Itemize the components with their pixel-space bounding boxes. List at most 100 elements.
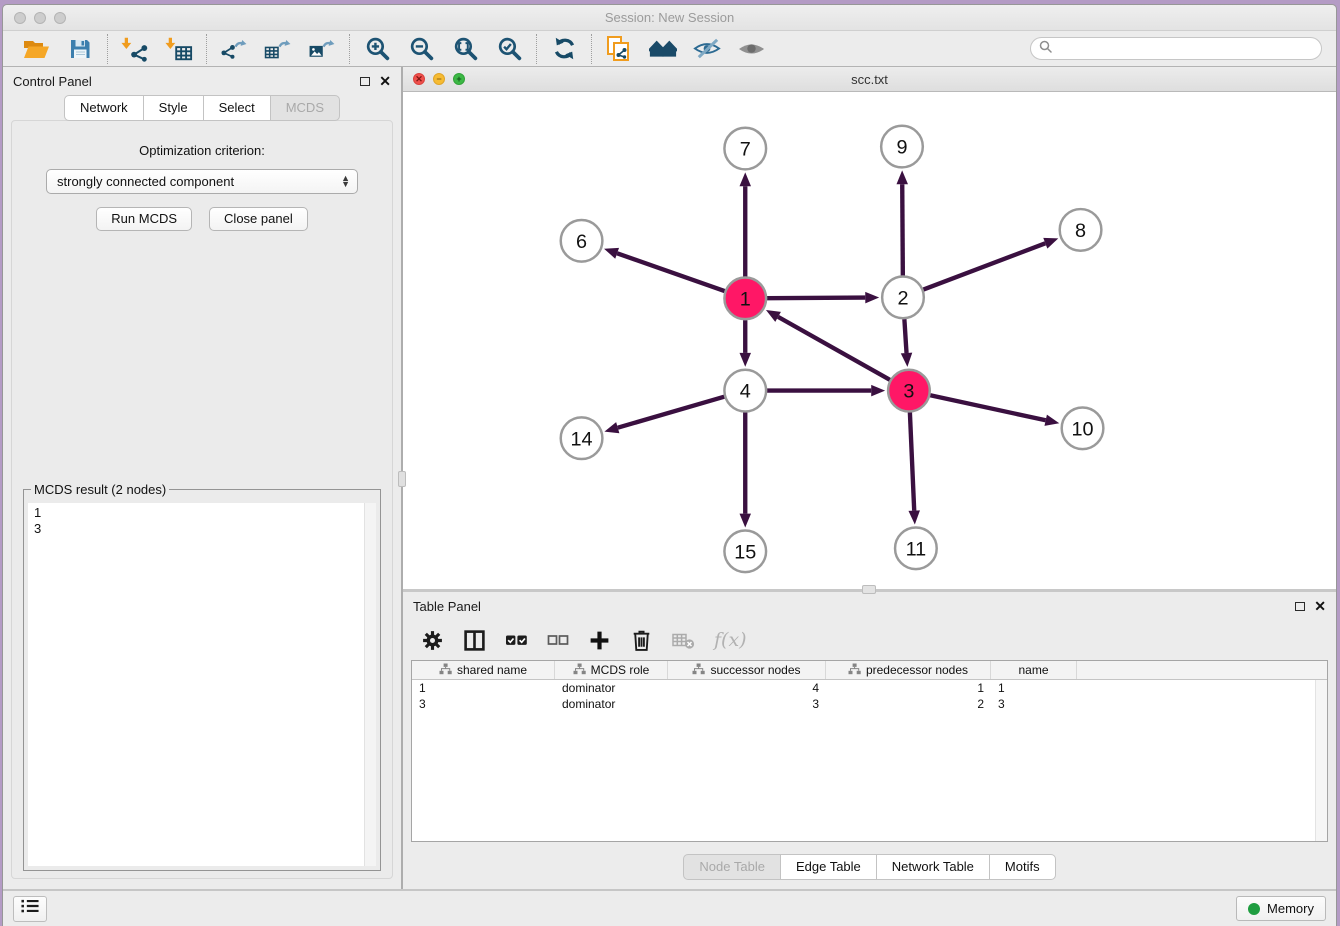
tab-motifs[interactable]: Motifs: [989, 854, 1056, 880]
graph-edge-1-2[interactable]: [767, 292, 879, 304]
sort-hierarchy-icon: [692, 663, 705, 678]
graph-node-2[interactable]: 2: [882, 277, 924, 319]
task-history-button[interactable]: [13, 896, 47, 922]
close-table-panel-icon[interactable]: ✕: [1314, 601, 1326, 611]
mcds-result-title: MCDS result (2 nodes): [31, 482, 169, 497]
graph-edge-3-10[interactable]: [930, 395, 1059, 426]
tab-network[interactable]: Network: [64, 95, 144, 121]
graph-node-4[interactable]: 4: [724, 370, 766, 412]
graph-node-11[interactable]: 11: [895, 527, 937, 569]
table-row[interactable]: 3dominator323: [412, 696, 1327, 712]
svg-text:7: 7: [740, 139, 751, 161]
mcds-result-box: MCDS result (2 nodes) 13: [23, 489, 381, 871]
graph-edge-3-11[interactable]: [908, 412, 919, 524]
tab-node-table[interactable]: Node Table: [683, 854, 781, 880]
add-column-icon[interactable]: [588, 629, 611, 652]
search-box[interactable]: [1030, 37, 1322, 60]
column-header-name[interactable]: name: [991, 661, 1077, 679]
table-cell: 1: [991, 681, 1077, 695]
mcds-result-line: 1: [34, 505, 370, 521]
tab-select[interactable]: Select: [203, 95, 271, 121]
network-close-button[interactable]: ✕: [413, 73, 425, 85]
table-row[interactable]: 1dominator411: [412, 680, 1327, 696]
import-table-icon[interactable]: [165, 35, 193, 63]
network-maximize-button[interactable]: +: [453, 73, 465, 85]
graph-edge-4-15[interactable]: [739, 412, 751, 527]
column-header-predecessor-nodes[interactable]: predecessor nodes: [826, 661, 991, 679]
graph-node-6[interactable]: 6: [561, 220, 603, 262]
graph-edge-1-7[interactable]: [739, 172, 751, 276]
tab-mcds[interactable]: MCDS: [270, 95, 340, 121]
export-table-icon[interactable]: [264, 35, 292, 63]
graph-node-7[interactable]: 7: [724, 128, 766, 170]
mcds-result-textarea[interactable]: 13: [28, 503, 376, 866]
run-mcds-button[interactable]: Run MCDS: [96, 207, 192, 231]
table-cell: 3: [668, 697, 826, 711]
column-header-mcds-role[interactable]: MCDS role: [555, 661, 668, 679]
table-scrollbar[interactable]: [1315, 680, 1327, 841]
column-header-shared-name[interactable]: shared name: [412, 661, 555, 679]
graph-edge-2-9[interactable]: [896, 170, 908, 275]
select-all-checkboxes-icon[interactable]: [505, 629, 528, 651]
export-image-icon[interactable]: [308, 35, 336, 63]
graph-node-3[interactable]: 3: [888, 370, 930, 412]
criterion-dropdown[interactable]: strongly connected component ▲▼: [46, 169, 358, 194]
table-toolbar: f(x): [403, 620, 1336, 660]
close-panel-icon[interactable]: ✕: [379, 76, 391, 86]
graph-node-9[interactable]: 9: [881, 126, 923, 168]
tab-style[interactable]: Style: [143, 95, 204, 121]
first-neighbors-icon[interactable]: [649, 35, 677, 63]
refresh-icon[interactable]: [550, 35, 578, 63]
search-input[interactable]: [1057, 42, 1313, 56]
svg-text:4: 4: [740, 381, 751, 403]
svg-text:2: 2: [897, 287, 908, 309]
sort-hierarchy-icon: [573, 663, 586, 678]
zoom-fit-icon[interactable]: [451, 35, 479, 63]
columns-icon[interactable]: [463, 629, 486, 652]
table-cell: 3: [991, 697, 1077, 711]
svg-text:6: 6: [576, 231, 587, 253]
network-minimize-button[interactable]: −: [433, 73, 445, 85]
graph-edge-1-6[interactable]: [604, 248, 725, 291]
memory-button[interactable]: Memory: [1236, 896, 1326, 921]
import-network-icon[interactable]: [121, 35, 149, 63]
open-session-icon[interactable]: [22, 35, 50, 63]
hide-selected-icon[interactable]: [693, 35, 721, 63]
column-header-successor-nodes[interactable]: successor nodes: [668, 661, 826, 679]
close-panel-button[interactable]: Close panel: [209, 207, 308, 231]
zoom-selected-icon[interactable]: [495, 35, 523, 63]
minimize-window-button[interactable]: [34, 12, 46, 24]
tab-edge-table[interactable]: Edge Table: [780, 854, 877, 880]
graph-edge-1-4[interactable]: [739, 320, 751, 367]
horizontal-splitter-handle[interactable]: [862, 585, 876, 594]
panel-splitter-handle[interactable]: [398, 471, 406, 487]
save-session-icon[interactable]: [66, 35, 94, 63]
clear-checkboxes-icon[interactable]: [547, 629, 569, 651]
graph-node-15[interactable]: 15: [724, 530, 766, 572]
graph-edge-2-8[interactable]: [923, 238, 1058, 290]
float-panel-icon[interactable]: [360, 77, 370, 86]
network-canvas[interactable]: 7 9 6 8 1 2 4 3 14 10 15 11: [403, 92, 1336, 589]
application-window: Session: New Session Control Panel ✕ Net…: [2, 4, 1337, 926]
tab-network-table[interactable]: Network Table: [876, 854, 990, 880]
export-network-icon[interactable]: [220, 35, 248, 63]
duplicate-network-icon[interactable]: [605, 35, 633, 63]
graph-edge-4-14[interactable]: [604, 397, 724, 434]
zoom-out-icon[interactable]: [407, 35, 435, 63]
graph-node-10[interactable]: 10: [1062, 407, 1104, 449]
sort-hierarchy-icon: [439, 663, 452, 678]
close-window-button[interactable]: [14, 12, 26, 24]
maximize-window-button[interactable]: [54, 12, 66, 24]
graph-edge-2-3[interactable]: [901, 319, 912, 367]
graph-node-14[interactable]: 14: [561, 417, 603, 459]
graph-node-8[interactable]: 8: [1060, 209, 1102, 251]
float-table-panel-icon[interactable]: [1295, 602, 1305, 611]
zoom-in-icon[interactable]: [363, 35, 391, 63]
graph-edge-3-1[interactable]: [766, 310, 890, 380]
horizontal-splitter[interactable]: [403, 589, 1336, 592]
graph-edge-4-3[interactable]: [767, 385, 885, 397]
graph-node-1[interactable]: 1: [724, 278, 766, 320]
result-scrollbar[interactable]: [364, 503, 376, 866]
gear-icon[interactable]: [421, 629, 444, 652]
delete-column-icon[interactable]: [630, 628, 653, 652]
